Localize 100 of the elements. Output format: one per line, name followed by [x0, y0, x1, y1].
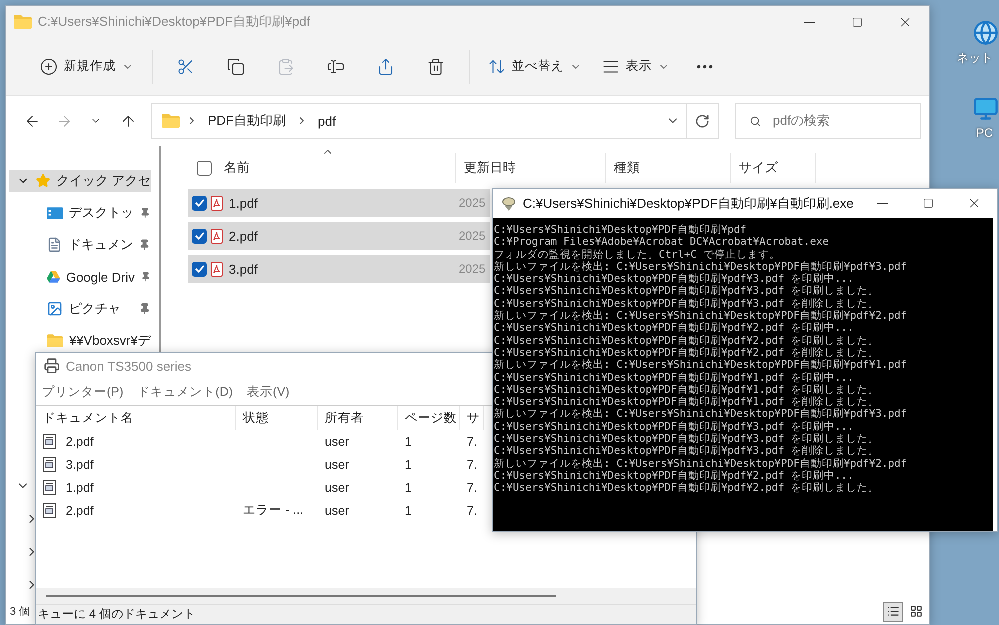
grid-icon: [910, 605, 922, 618]
pdf-file-icon: [211, 228, 223, 244]
console-line: C:¥Users¥Shinichi¥Desktop¥PDF自動印刷¥pdf¥1.pdf を削除しました。: [494, 396, 880, 408]
console-line: C:¥Users¥Shinichi¥Desktop¥PDF自動印刷¥pdf¥3.pdf を印刷中...: [494, 273, 855, 286]
console-line: C:¥Users¥Shinichi¥Desktop¥PDF自動印刷¥pdf¥2.pdf を印刷しました。: [494, 482, 880, 495]
sidebar-item[interactable]: デスクトッ: [9, 202, 151, 224]
job-owner: user: [324, 480, 350, 494]
file-row[interactable]: 3.pdf 2025: [188, 255, 490, 283]
console-line: C:¥Users¥Shinichi¥Desktop¥PDF自動印刷¥pdf¥3.pdf を削除しました。: [494, 445, 880, 458]
console-line: C:¥Users¥Shinichi¥Desktop¥PDF自動印刷¥pdf¥3.pdf を印刷しました。: [494, 433, 880, 446]
modified-date: 2025: [459, 229, 487, 243]
sidebar-item[interactable]: ¥¥Vboxsvr¥デ: [9, 330, 151, 352]
checkbox[interactable]: [192, 262, 207, 276]
job-owner: user: [324, 458, 350, 472]
console-line: C:¥Users¥Shinichi¥Desktop¥PDF自動印刷¥pdf¥3.pdf を印刷しました。: [494, 285, 880, 298]
document-icon: [43, 480, 56, 495]
document-icon: [43, 457, 56, 472]
sort-button[interactable]: 並べ替え: [478, 50, 592, 84]
console-line: フォルダの監視を開始しました。Ctrl+C で停止します。: [494, 248, 782, 261]
maximize-icon: [852, 16, 862, 28]
column-header[interactable]: ページ数: [398, 406, 460, 430]
column-header[interactable]: サイズ: [731, 153, 816, 183]
list-icon: [886, 605, 900, 618]
console-line: 新しいファイルを検出: C:¥Users¥Shinichi¥Desktop¥PDF自動印刷¥pdf¥2.pdf: [494, 310, 908, 322]
status-text: キューに 4 個のドキュメント: [38, 606, 196, 623]
view-button[interactable]: 表示: [592, 50, 680, 84]
star-icon: [36, 173, 50, 189]
document-name: 2.pdf: [65, 434, 94, 448]
menu-item[interactable]: 表示(V): [247, 384, 290, 400]
console-line: C:¥Users¥Shinichi¥Desktop¥PDF自動印刷¥pdf¥2.pdf を印刷中...: [494, 470, 855, 482]
column-header[interactable]: 所有者: [318, 406, 398, 430]
pdf-file-icon: [211, 262, 223, 276]
checkbox[interactable]: [192, 228, 207, 244]
modified-date: 2025: [459, 196, 487, 210]
plus-icon: [40, 58, 58, 76]
job-size: 7.: [466, 458, 478, 472]
sidebar-item[interactable]: ピクチャ: [9, 298, 151, 320]
column-header[interactable]: ドキュメント名: [36, 406, 236, 430]
console-line: C:¥Users¥Shinichi¥Desktop¥PDF自動印刷¥pdf: [494, 224, 748, 236]
desktop-icon: [47, 206, 64, 220]
document-name: 1.pdf: [65, 480, 94, 494]
picture-icon: [47, 301, 63, 317]
column-header[interactable]: 種類: [606, 153, 731, 183]
console-line: 新しいファイルを検出: C:¥Users¥Shinichi¥Desktop¥PDF自動印刷¥pdf¥2.pdf: [494, 458, 908, 470]
page-count: 1: [404, 504, 412, 518]
sidebar-item[interactable]: Google Driv: [9, 266, 151, 288]
folder-icon: [162, 114, 180, 128]
job-size: 7.: [466, 434, 478, 448]
checkbox[interactable]: [192, 196, 207, 210]
document-name: 3.pdf: [65, 458, 94, 472]
column-header[interactable]: 更新日時: [456, 153, 606, 183]
document-icon: [47, 237, 62, 253]
pdf-file-icon: [211, 196, 223, 210]
drive-icon: [47, 270, 60, 284]
menu-item[interactable]: ドキュメント(D): [138, 384, 234, 400]
page-count: 1: [404, 458, 412, 472]
job-owner: user: [324, 434, 350, 448]
file-row[interactable]: 2.pdf 2025: [188, 222, 490, 250]
column-header[interactable]: 状態: [236, 406, 318, 430]
page-count: 1: [404, 434, 412, 448]
new-button[interactable]: 新規作成: [30, 50, 144, 84]
sidebar-item[interactable]: クイック アクセ: [9, 170, 151, 192]
job-status: エラー - ...: [242, 502, 304, 519]
console-line: C:¥Users¥Shinichi¥Desktop¥PDF自動印刷¥pdf¥2.pdf を印刷中...: [494, 322, 855, 335]
check-icon: [194, 199, 204, 207]
search-icon: [750, 116, 761, 126]
breadcrumb[interactable]: pdf: [314, 114, 340, 128]
console-line: C:¥Users¥Shinichi¥Desktop¥PDF自動印刷¥pdf¥3.pdf を削除しました。: [494, 298, 880, 310]
document-name: 2.pdf: [65, 504, 94, 518]
search-field[interactable]: pdfの検索: [735, 103, 921, 139]
breadcrumb[interactable]: PDF自動印刷: [204, 112, 290, 130]
console-line: C:¥Program Files¥Adobe¥Acrobat DC¥Acrobat¥Acrobat.exe: [494, 236, 830, 249]
job-size: 7.: [466, 480, 478, 494]
paste-icon: [277, 58, 295, 76]
document-icon: [43, 434, 56, 449]
file-row[interactable]: 1.pdf 2025: [188, 189, 490, 217]
details-view-button[interactable]: [883, 602, 903, 622]
window-title: Canon TS3500 series: [66, 358, 192, 374]
address-bar[interactable]: PDF自動印刷 pdf: [151, 103, 719, 139]
item-count: 3 個: [10, 605, 30, 619]
column-header[interactable]: サ: [460, 406, 484, 430]
console-line: C:¥Users¥Shinichi¥Desktop¥PDF自動印刷¥pdf¥1.pdf を印刷中...: [494, 372, 855, 384]
sidebar-item[interactable]: ドキュメン: [9, 234, 151, 256]
share-icon: [377, 58, 395, 76]
select-all-checkbox[interactable]: [197, 160, 212, 176]
more-icon: [697, 64, 713, 68]
window-title: C:¥Users¥Shinichi¥Desktop¥PDF自動印刷¥自動印刷.exe: [523, 194, 854, 212]
menu-item[interactable]: プリンター(P): [42, 384, 124, 400]
maximize-icon: [922, 198, 934, 209]
refresh-icon: [695, 114, 710, 128]
network-icon[interactable]: [973, 20, 999, 46]
check-icon: [194, 232, 204, 240]
console-line: C:¥Users¥Shinichi¥Desktop¥PDF自動印刷¥pdf¥2.pdf を印刷しました。: [494, 334, 880, 347]
scrollbar[interactable]: [46, 595, 556, 597]
folder-icon: [14, 15, 32, 29]
scissors-icon: [177, 58, 195, 76]
console-line: C:¥Users¥Shinichi¥Desktop¥PDF自動印刷¥pdf¥1.pdf を印刷しました。: [494, 384, 880, 396]
check-icon: [194, 265, 204, 273]
column-header[interactable]: 名前: [189, 153, 456, 183]
minimize-icon: [876, 203, 888, 204]
